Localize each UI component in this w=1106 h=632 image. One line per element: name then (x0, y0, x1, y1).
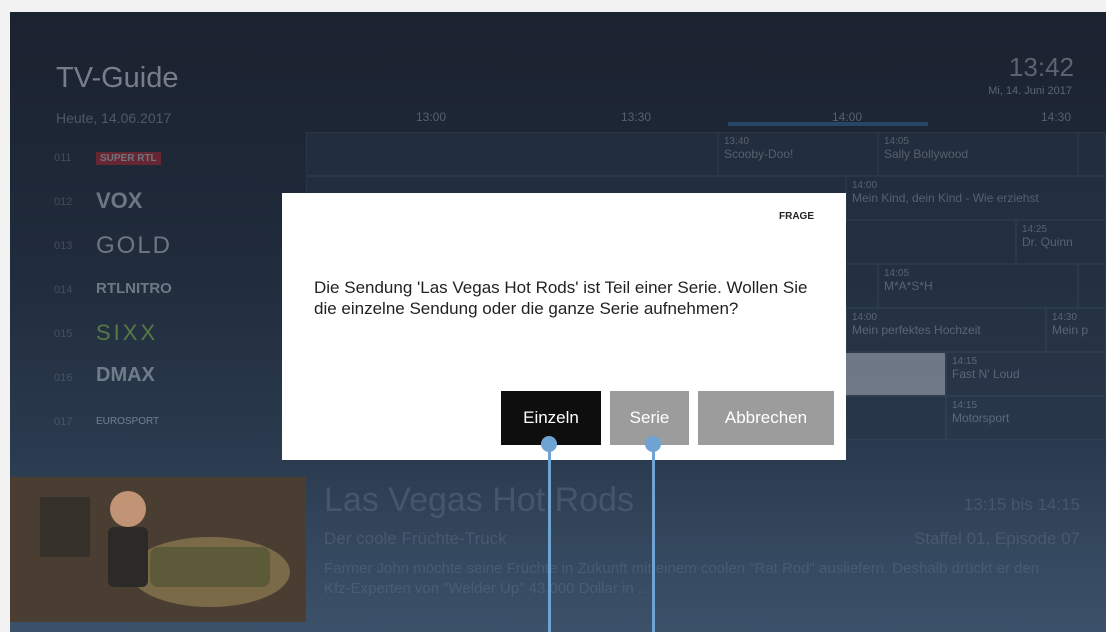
channel-logo: RTLNITRO (96, 280, 172, 297)
program-time: 14:05 (884, 136, 910, 147)
channel-number: 016 (54, 372, 73, 384)
clock: 13:42 (1008, 52, 1074, 82)
program-title: Motorsport (952, 411, 1010, 425)
time-tick: 13:00 (416, 110, 447, 124)
program-time: 14:30 (1052, 312, 1078, 323)
abbrechen-button[interactable]: Abbrechen (698, 391, 834, 445)
program-time: 14:25 (1022, 224, 1048, 235)
channel-logo: SIXX (96, 320, 159, 345)
channel-logo: GOLD (96, 232, 173, 259)
program-cell[interactable]: 14:15 Fast N' Loud (946, 352, 1106, 396)
record-series-dialog: FRAGE Die Sendung 'Las Vegas Hot Rods' i… (282, 193, 846, 460)
channel-number: 012 (54, 196, 73, 208)
annotation-pointer-dot (645, 436, 661, 452)
annotation-pointer-line (652, 444, 655, 632)
channel-number: 011 (54, 152, 72, 164)
time-tick: 14:30 (1041, 110, 1072, 124)
dialog-message: Die Sendung 'Las Vegas Hot Rods' ist Tei… (314, 278, 808, 318)
annotation-pointer-dot (541, 436, 557, 452)
program-thumbnail (10, 477, 306, 622)
program-time: 14:15 (952, 356, 978, 367)
program-title: Sally Bollywood (884, 147, 969, 161)
dialog-label: FRAGE (779, 211, 814, 222)
channel-row[interactable]: 017 EUROSPORT (54, 402, 304, 446)
program-cell[interactable] (306, 132, 718, 176)
channel-row[interactable]: 016 DMAX (54, 358, 304, 402)
program-title: Fast N' Loud (952, 367, 1020, 381)
program-cell[interactable]: 14:05 Sally Bollywood (878, 132, 1078, 176)
clock-date: Mi, 14. Juni 2017 (988, 85, 1072, 97)
program-title: Scooby-Doo! (724, 147, 794, 161)
tv-guide-screen: TV-Guide Heute, 14.06.2017 13:42 Mi, 14.… (10, 12, 1106, 632)
page-title: TV-Guide (56, 62, 179, 94)
channel-row[interactable]: 015 SIXX (54, 314, 304, 358)
program-cell[interactable] (1078, 132, 1106, 176)
channel-number: 017 (54, 416, 73, 428)
program-cell[interactable]: 13:40 Scooby-Doo! (718, 132, 878, 176)
program-cell[interactable]: 14:25 Dr. Quinn (1016, 220, 1106, 264)
program-title: Mein p (1052, 323, 1089, 337)
channel-row[interactable]: 014 RTLNITRO (54, 270, 304, 314)
program-description: Farmer John möchte seine Früchte in Zuku… (324, 560, 1040, 597)
program-time: 14:15 (952, 400, 978, 411)
program-time: 14:00 (852, 180, 878, 191)
program-title: M*A*S*H (884, 279, 933, 293)
program-cell[interactable]: 14:00 Mein Kind, dein Kind - Wie erziehs… (846, 176, 1106, 220)
channel-row[interactable]: 013 GOLD (54, 226, 304, 270)
current-date: Heute, 14.06.2017 (56, 110, 172, 126)
channel-number: 014 (54, 284, 73, 296)
program-subtitle: Der coole Früchte-Truck (324, 529, 507, 548)
channel-number: 013 (54, 240, 73, 252)
program-cell[interactable]: 14:00 Mein perfektes Hochzeit (846, 308, 1046, 352)
program-episode: Staffel 01, Episode 07 (913, 529, 1080, 548)
program-detail-panel: Las Vegas Hot Rods 13:15 bis 14:15 Der c… (10, 477, 1106, 632)
program-title: Mein perfektes Hochzeit (852, 323, 981, 337)
thumbnail-image (10, 477, 306, 622)
channel-logo: EUROSPORT (96, 416, 160, 427)
program-cell[interactable] (1078, 264, 1106, 308)
channel-number: 015 (54, 328, 73, 340)
annotation-pointer-line (548, 444, 551, 632)
program-title: Las Vegas Hot Rods (324, 481, 634, 519)
program-title: Dr. Quinn (1022, 235, 1073, 249)
channel-row[interactable]: 011 SUPER RTL (54, 138, 304, 182)
program-cell[interactable]: 14:15 Motorsport (946, 396, 1106, 440)
timeline-bar: 13:00 13:30 14:00 14:30 (306, 108, 1106, 130)
time-tick: 13:30 (621, 110, 652, 124)
program-cell[interactable]: 14:30 Mein p (1046, 308, 1106, 352)
program-airtime: 13:15 bis 14:15 (963, 495, 1080, 514)
program-title: Mein Kind, dein Kind - Wie erziehst (852, 191, 1039, 205)
now-indicator (728, 122, 928, 126)
channel-row[interactable]: 012 VOX (54, 182, 304, 226)
program-time: 13:40 (724, 136, 750, 147)
channel-logo: VOX (96, 188, 143, 213)
program-cell[interactable]: 14:05 M*A*S*H (878, 264, 1078, 308)
program-time: 14:05 (884, 268, 910, 279)
program-time: 14:00 (852, 312, 878, 323)
channel-logo: SUPER RTL (96, 152, 161, 165)
channel-logo: DMAX (96, 364, 155, 386)
